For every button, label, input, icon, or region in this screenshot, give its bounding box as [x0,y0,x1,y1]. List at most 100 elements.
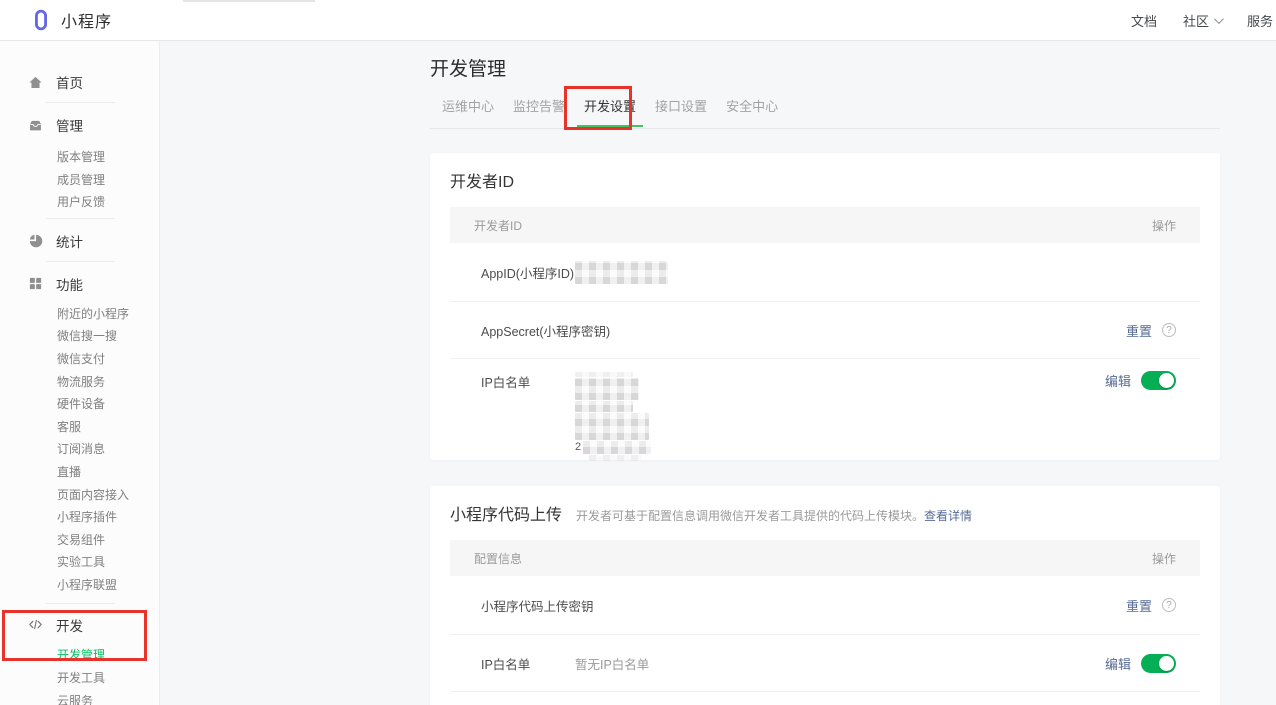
top-header: 小程序 文档 社区 服务 [0,0,1276,41]
sidebar-item-plugins[interactable]: 小程序插件 [57,506,159,529]
code-upload-title-row: 小程序代码上传 开发者可基于配置信息调用微信开发者工具提供的代码上传模块。查看详… [450,486,1200,527]
divider [46,102,115,103]
sidebar-item-develop[interactable]: 开发 [0,615,159,635]
table-row-appid: AppID(小程序ID) [450,243,1200,302]
sidebar-item-subscribe-message[interactable]: 订阅消息 [57,438,159,461]
table-header-left: 开发者ID [474,217,522,234]
sidebar-item-label: 统计 [56,231,83,251]
ip-whitelist-label: IP白名单 [481,372,575,391]
sidebar-item-manage[interactable]: 管理 [0,115,159,135]
section-title-code-upload: 小程序代码上传 [450,505,562,527]
tab-bar: 运维中心 监控告警 开发设置 接口设置 安全中心 [430,98,1220,129]
redacted-line-partial: 2 [575,441,651,454]
sidebar-item-page-content[interactable]: 页面内容接入 [57,484,159,507]
tab-api-settings[interactable]: 接口设置 [655,98,707,116]
develop-sub-list: 开发管理 开发工具 云服务 [0,644,159,705]
redacted-line [575,413,649,440]
ip-whitelist-toggle[interactable] [1141,371,1176,390]
redacted-line [589,455,641,461]
reset-appsecret-button[interactable]: 重置 [1126,321,1152,340]
view-details-link[interactable]: 查看详情 [924,509,972,523]
sidebar-item-label: 开发 [56,615,83,635]
pie-chart-icon [28,233,43,248]
code-upload-table-header: 配置信息 操作 [450,540,1200,576]
page-title: 开发管理 [430,57,1220,83]
miniprogram-logo-icon [30,9,52,31]
inbox-icon [28,118,43,133]
upload-ip-whitelist-toggle[interactable] [1141,654,1176,673]
logo-title: 小程序 [61,8,112,32]
ip-partial-char: 2 [575,441,581,454]
table-header-right: 操作 [1152,217,1176,234]
nav-community[interactable]: 社区 [1183,11,1221,30]
appid-label: AppID(小程序ID) [481,263,575,282]
sidebar-item-label: 管理 [56,115,83,135]
appsecret-label: AppSecret(小程序密钥) [481,321,575,340]
sidebar-item-statistics[interactable]: 统计 [0,231,159,251]
redacted-line [575,378,639,400]
edit-upload-ip-whitelist-button[interactable]: 编辑 [1105,654,1131,673]
edit-ip-whitelist-button[interactable]: 编辑 [1105,371,1131,390]
tab-monitor-alert[interactable]: 监控告警 [513,98,565,116]
manage-sub-list: 版本管理 成员管理 用户反馈 [0,146,159,214]
help-icon[interactable]: ? [1162,323,1176,337]
redacted-line [575,372,633,377]
table-header-left: 配置信息 [474,550,522,567]
sidebar-item-user-feedback[interactable]: 用户反馈 [57,191,159,214]
sidebar-item-version-manage[interactable]: 版本管理 [57,146,159,169]
table-row-ip-whitelist: IP白名单 2 编辑 [450,359,1200,465]
upload-key-label: 小程序代码上传密钥 [481,596,575,615]
reset-upload-key-button[interactable]: 重置 [1126,596,1152,615]
appid-redacted-value [575,261,668,284]
sidebar-item-logistics[interactable]: 物流服务 [57,371,159,394]
nav-docs[interactable]: 文档 [1131,11,1157,30]
sidebar-item-develop-tools[interactable]: 开发工具 [57,667,159,690]
help-icon[interactable]: ? [1162,598,1176,612]
top-edge-artifact [183,0,315,2]
upload-ip-whitelist-value: 暂无IP白名单 [575,654,649,673]
developer-id-card: 开发者ID 开发者ID 操作 AppID(小程序ID) AppSecret(小程… [430,153,1220,460]
chevron-down-icon [1214,14,1224,24]
sidebar-item-customer-service[interactable]: 客服 [57,416,159,439]
sidebar-item-miniprogram-union[interactable]: 小程序联盟 [57,574,159,597]
sidebar-item-home[interactable]: 首页 [0,72,159,92]
features-sub-list: 附近的小程序 微信搜一搜 微信支付 物流服务 硬件设备 客服 订阅消息 直播 页… [0,303,159,597]
sidebar-item-develop-manage[interactable]: 开发管理 [57,644,159,667]
app-logo[interactable]: 小程序 [30,8,112,32]
code-upload-card: 小程序代码上传 开发者可基于配置信息调用微信开发者工具提供的代码上传模块。查看详… [430,486,1220,705]
top-nav: 文档 社区 服务 [1131,11,1276,30]
tab-security-center[interactable]: 安全中心 [726,98,778,116]
table-header-right: 操作 [1152,550,1176,567]
redacted-line [575,401,633,412]
section-title-developer-id: 开发者ID [450,153,1200,194]
ip-whitelist-redacted-values: 2 [575,372,651,461]
table-row-upload-ip-whitelist: IP白名单 暂无IP白名单 编辑 [450,635,1200,692]
sidebar-item-features[interactable]: 功能 [0,274,159,294]
sidebar-item-live[interactable]: 直播 [57,461,159,484]
grid-icon [28,276,43,291]
sidebar-item-cloud-service[interactable]: 云服务 [57,690,159,705]
sidebar-item-label: 首页 [56,72,83,92]
sidebar-item-experiment-tools[interactable]: 实验工具 [57,551,159,574]
sidebar-item-trade-component[interactable]: 交易组件 [57,529,159,552]
nav-services[interactable]: 服务 [1247,11,1273,30]
divider [46,261,115,262]
code-icon [28,617,43,632]
sidebar-item-member-manage[interactable]: 成员管理 [57,169,159,192]
table-row-upload-key: 小程序代码上传密钥 重置 ? [450,576,1200,635]
sidebar-item-nearby-miniprogram[interactable]: 附近的小程序 [57,303,159,326]
code-upload-description: 开发者可基于配置信息调用微信开发者工具提供的代码上传模块。查看详情 [576,507,972,524]
table-row-appsecret: AppSecret(小程序密钥) 重置 ? [450,302,1200,359]
divider [46,603,115,604]
sidebar-item-wechat-pay[interactable]: 微信支付 [57,348,159,371]
tab-dev-settings[interactable]: 开发设置 [584,98,636,116]
sidebar-item-wechat-search[interactable]: 微信搜一搜 [57,325,159,348]
developer-id-table-header: 开发者ID 操作 [450,207,1200,243]
upload-ip-whitelist-label: IP白名单 [481,654,575,673]
tab-ops-center[interactable]: 运维中心 [442,98,494,116]
divider [46,218,115,219]
main-content: 开发管理 运维中心 监控告警 开发设置 接口设置 安全中心 开发者ID 开发者I… [430,41,1220,705]
sidebar-item-hardware[interactable]: 硬件设备 [57,393,159,416]
home-icon [28,75,43,90]
sidebar: 首页 管理 版本管理 成员管理 用户反馈 统计 功能 附近的小程序 微信搜一搜 [0,41,160,705]
